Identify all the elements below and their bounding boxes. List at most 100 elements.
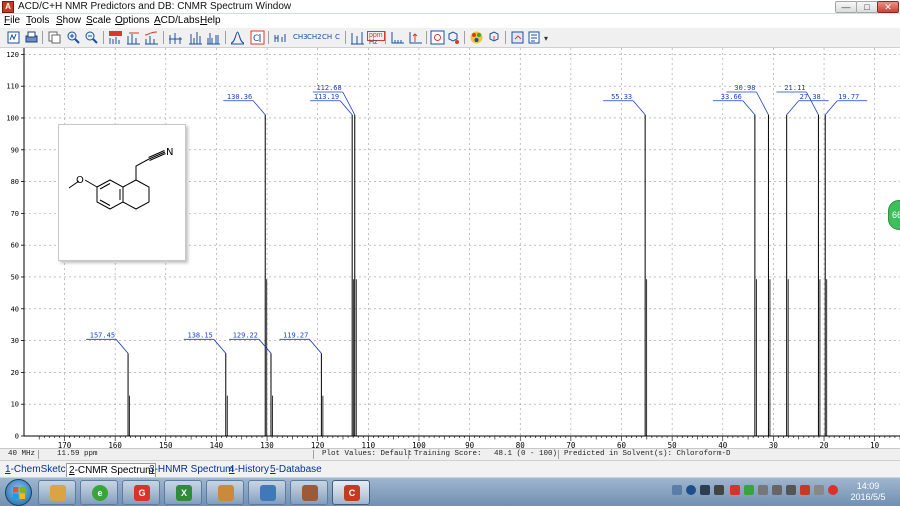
x-tick-label: 50 [668,441,678,448]
menu-file[interactable]: File [4,14,20,28]
peak-label: 112.68 [316,84,341,92]
taskbar-app-photo[interactable] [290,480,328,505]
ch3-label[interactable]: CH3 [293,33,308,41]
taskbar-app-ie[interactable]: e [80,480,118,505]
y-tick-label: 0 [15,433,19,441]
tray-printer-icon[interactable] [758,485,768,495]
status-bar: 40 MHz 11.59 ppm Plot Values: Default Tr… [0,448,900,460]
image-viewer-icon [260,485,276,501]
floating-green-badge[interactable]: 66 [888,200,900,230]
new-spectrum-icon[interactable] [6,30,21,45]
menu-scale[interactable]: Scale [86,14,111,28]
export-icon[interactable] [510,30,525,45]
paint-icon [218,485,234,501]
acd-app-icon[interactable]: A [2,1,14,13]
system-tray [672,482,842,502]
y-tick-label: 30 [11,337,19,345]
y-tick-label: 120 [6,51,19,59]
tab-history[interactable]: 4-History [227,463,271,477]
ch2-label[interactable]: CH2 [307,33,322,41]
color-palette-icon[interactable] [469,30,484,45]
hz-unit-button[interactable]: Hz [369,39,378,47]
network-icon[interactable] [786,485,796,495]
expand-icon[interactable] [350,30,365,45]
hydrogen-count-icon[interactable] [273,30,288,45]
multiplet-icon[interactable] [206,30,221,45]
peak-labels-icon[interactable] [126,30,141,45]
x-tick-label: 40 [718,441,728,448]
taskbar-app-excel[interactable]: X [164,480,202,505]
document-tabs: 1-ChemSketch 2-CNMR Spectrum 3-HNMR Spec… [0,460,900,477]
y-tick-label: 80 [11,178,19,186]
taskbar: e G X C 14:09 2016/5/5 [0,477,900,506]
tray-dots-icon[interactable] [714,485,724,495]
lorentz-shape-icon[interactable] [230,30,245,45]
nitrogen-atom-label: N [166,147,173,158]
copy-icon[interactable] [47,30,62,45]
window-title: ACD/C+H NMR Predictors and DB: CNMR Spec… [18,1,292,12]
structure-panel[interactable]: O N [58,124,186,261]
peak-label: 33.66 [721,93,742,101]
taskbar-app-paint[interactable] [206,480,244,505]
peak-label: 30.98 [734,84,755,92]
baseline-icon[interactable] [168,30,183,45]
maximize-button[interactable]: □ [856,1,878,13]
taskbar-app-explorer[interactable] [38,480,76,505]
taskbar-app-acd[interactable]: C [332,480,370,505]
windows-logo-icon [13,487,25,499]
volume-icon[interactable] [814,485,824,495]
peak-label: 19.77 [838,93,859,101]
zoom-in-icon[interactable] [66,30,81,45]
photo-app-icon [302,485,318,501]
stick-spectrum-icon[interactable] [188,30,203,45]
molecule-3d-icon[interactable] [487,30,502,45]
x-tick-label: 130 [260,441,274,448]
taskbar-app-image-viewer[interactable] [248,480,286,505]
svg-text:C: C [253,34,259,44]
toolbar-overflow-icon[interactable]: ▾ [544,34,548,43]
tray-alert-icon[interactable] [828,485,838,495]
y-tick-label: 50 [11,273,19,281]
help-icon[interactable] [686,485,696,495]
assign-c-icon[interactable]: C [250,30,265,45]
taskbar-app-g[interactable]: G [122,480,160,505]
x-tick-label: 120 [311,441,325,448]
structure-assign-icon[interactable] [446,30,461,45]
peak-table-icon[interactable] [108,30,123,45]
tray-app-icon[interactable] [730,485,740,495]
tray-acd-icon[interactable] [800,485,810,495]
menu-show[interactable]: Show [56,14,81,28]
x-tick-label: 20 [820,441,830,448]
report-icon[interactable] [527,30,542,45]
excel-icon: X [176,485,192,501]
tab-hnmr-spectrum[interactable]: 3-HNMR Spectrum [147,463,235,477]
vertical-scale-icon[interactable] [408,30,423,45]
print-icon[interactable] [24,30,39,45]
menu-help[interactable]: Help [200,14,221,28]
peak-label: 119.27 [283,331,308,339]
menu-tools[interactable]: Tools [26,14,49,28]
c-label[interactable]: C [335,33,340,41]
zoom-out-icon[interactable] [84,30,99,45]
start-button[interactable] [5,479,32,506]
axis-scale-icon[interactable] [390,30,405,45]
tab-database[interactable]: 5-Database [268,463,324,477]
tab-cnmr-spectrum[interactable]: 2-CNMR Spectrum [66,463,157,477]
close-button[interactable]: ✕ [877,1,899,13]
minimize-button[interactable]: — [835,1,857,13]
integral-icon[interactable] [144,30,159,45]
y-tick-label: 90 [11,146,19,154]
structure-link-icon[interactable] [430,30,445,45]
tab-chemsketch[interactable]: 1-ChemSketch [3,463,73,477]
clock[interactable]: 14:09 2016/5/5 [843,481,893,503]
ch-label[interactable]: CH [322,33,332,41]
tray-security-icon[interactable] [744,485,754,495]
x-tick-label: 140 [210,441,224,448]
status-solvent: Predicted in Solvent(s): Chloroform-D [564,450,731,458]
menu-acdlabs[interactable]: ACD/Labs [154,14,200,28]
status-cursor-ppm: 11.59 ppm [57,450,98,458]
keyboard-icon[interactable] [672,485,682,495]
tray-arrow-icon[interactable] [700,485,710,495]
tray-device-icon[interactable] [772,485,782,495]
menu-options[interactable]: Options [115,14,149,28]
